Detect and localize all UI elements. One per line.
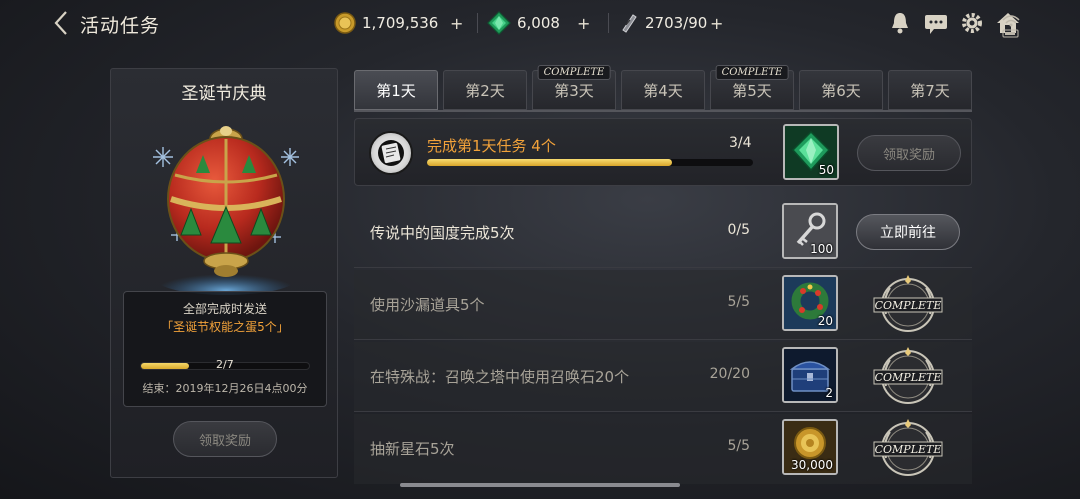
complete-text: COMPLETE	[875, 371, 942, 384]
complete-badge: COMPLETE	[872, 344, 944, 410]
top-bar: 活动任务 1,709,536 + 6,008 + 2703/90 +	[0, 0, 1080, 46]
tab-label: 第4天	[643, 81, 683, 100]
tab-day-7[interactable]: 第7天	[888, 70, 972, 110]
complete-text: COMPLETE	[875, 443, 942, 456]
back-chevron-icon[interactable]	[52, 10, 72, 36]
reward-item-gem[interactable]: 50	[783, 124, 839, 180]
claim-event-reward-button[interactable]: 领取奖励	[173, 421, 277, 457]
reward-label: 全部完成时发送	[182, 302, 267, 316]
tab-complete-badge: COMPLETE	[537, 65, 611, 80]
scroll-icon	[369, 131, 413, 175]
gold-resource: 1,709,536	[334, 11, 438, 35]
main-task-progress-fill	[427, 159, 672, 166]
task-row: 抽新星石5次 5/5 30,000 COMPLETE	[354, 414, 972, 484]
tab-day-1[interactable]: 第1天	[354, 70, 438, 110]
complete-badge: COMPLETE	[872, 272, 944, 338]
page-title: 活动任务	[80, 15, 161, 37]
task-name: 传说中的国度完成5次	[370, 224, 515, 242]
bell-icon[interactable]	[888, 10, 912, 36]
green-gem-icon	[487, 11, 511, 35]
reward-item-name: 「圣诞节权能之蛋5个」	[161, 320, 289, 334]
tab-day-2[interactable]: 第2天	[443, 70, 527, 110]
add-gold-button[interactable]: +	[450, 11, 463, 35]
task-row: 使用沙漏道具5个 5/5 20 COMPLETE	[354, 270, 972, 340]
gem-value: 6,008	[517, 14, 560, 32]
event-progress-fill	[141, 363, 189, 369]
reward-item-chest[interactable]: 2	[782, 347, 838, 403]
gold-value: 1,709,536	[362, 14, 439, 32]
ticket-icon	[622, 14, 637, 33]
tab-day-3[interactable]: COMPLETE 第3天	[532, 65, 616, 110]
task-count: 5/5	[727, 294, 750, 310]
tab-day-6[interactable]: 第6天	[799, 70, 883, 110]
tab-label: 第1天	[376, 81, 416, 100]
gear-icon[interactable]	[960, 10, 984, 36]
reward-count: 2	[825, 386, 833, 400]
complete-badge: COMPLETE	[872, 416, 944, 482]
event-panel: 圣诞节庆典 全部完成时发送 「圣诞节权能之蛋5个」 2/7 结束：2019年12…	[110, 68, 338, 478]
task-name: 抽新星石5次	[370, 440, 455, 458]
stamina-value: 2703/90	[645, 14, 708, 32]
tab-divider	[354, 110, 972, 112]
go-now-button[interactable]: 立即前往	[856, 214, 960, 250]
reward-count: 50	[818, 163, 834, 177]
reward-item-gold[interactable]: 30,000	[782, 419, 838, 475]
task-row: 在特殊战：召唤之塔中使用召唤石20个 20/20 2 COMPLETE	[354, 342, 972, 412]
christmas-egg-image	[141, 117, 311, 307]
tab-label: 第5天	[732, 81, 772, 100]
wifi-battery-icon	[1000, 12, 1022, 40]
task-count: 20/20	[709, 366, 750, 382]
tab-label: 第7天	[910, 81, 950, 100]
tab-label: 第6天	[821, 81, 861, 100]
complete-text: COMPLETE	[875, 299, 942, 312]
main-task-count: 3/4	[729, 135, 752, 151]
tab-day-5[interactable]: COMPLETE 第5天	[710, 65, 794, 110]
tab-label: 第3天	[554, 81, 594, 100]
tab-label: 第2天	[465, 81, 505, 100]
stamina-resource: 2703/90	[619, 11, 707, 35]
daily-main-task: 完成第1天任务 4个 3/4 50 领取奖励	[354, 118, 972, 186]
main-task-text: 完成第1天任务 4个	[427, 137, 556, 155]
chat-icon[interactable]	[924, 10, 948, 36]
event-progress-text: 2/7	[216, 358, 234, 371]
task-row: 传说中的国度完成5次 0/5 100 立即前往	[354, 198, 972, 268]
tab-day-4[interactable]: 第4天	[621, 70, 705, 110]
completion-reward-box: 全部完成时发送 「圣诞节权能之蛋5个」 2/7 结束：2019年12月26日4点…	[123, 291, 327, 407]
event-title: 圣诞节庆典	[181, 84, 267, 104]
task-name: 在特殊战：召唤之塔中使用召唤石20个	[370, 368, 630, 386]
add-gem-button[interactable]: +	[577, 11, 590, 35]
reward-count: 30,000	[791, 458, 833, 472]
task-name: 使用沙漏道具5个	[370, 296, 485, 314]
divider	[477, 13, 478, 33]
reward-count: 100	[810, 242, 833, 256]
main-task-progress-bar	[427, 159, 753, 166]
home-indicator-bar	[400, 483, 680, 487]
task-count: 0/5	[727, 222, 750, 238]
task-count: 5/5	[727, 438, 750, 454]
reward-item-wreath[interactable]: 20	[782, 275, 838, 331]
reward-count: 20	[817, 314, 833, 328]
event-end-time: 结束：2019年12月26日4点00分	[142, 382, 308, 395]
tab-complete-badge: COMPLETE	[715, 65, 789, 80]
reward-item-key[interactable]: 100	[782, 203, 838, 259]
add-stamina-button[interactable]: +	[710, 11, 723, 35]
claim-reward-button[interactable]: 领取奖励	[857, 135, 961, 171]
gold-coin-icon	[334, 12, 356, 34]
gem-resource: 6,008	[487, 11, 560, 35]
divider	[608, 13, 609, 33]
